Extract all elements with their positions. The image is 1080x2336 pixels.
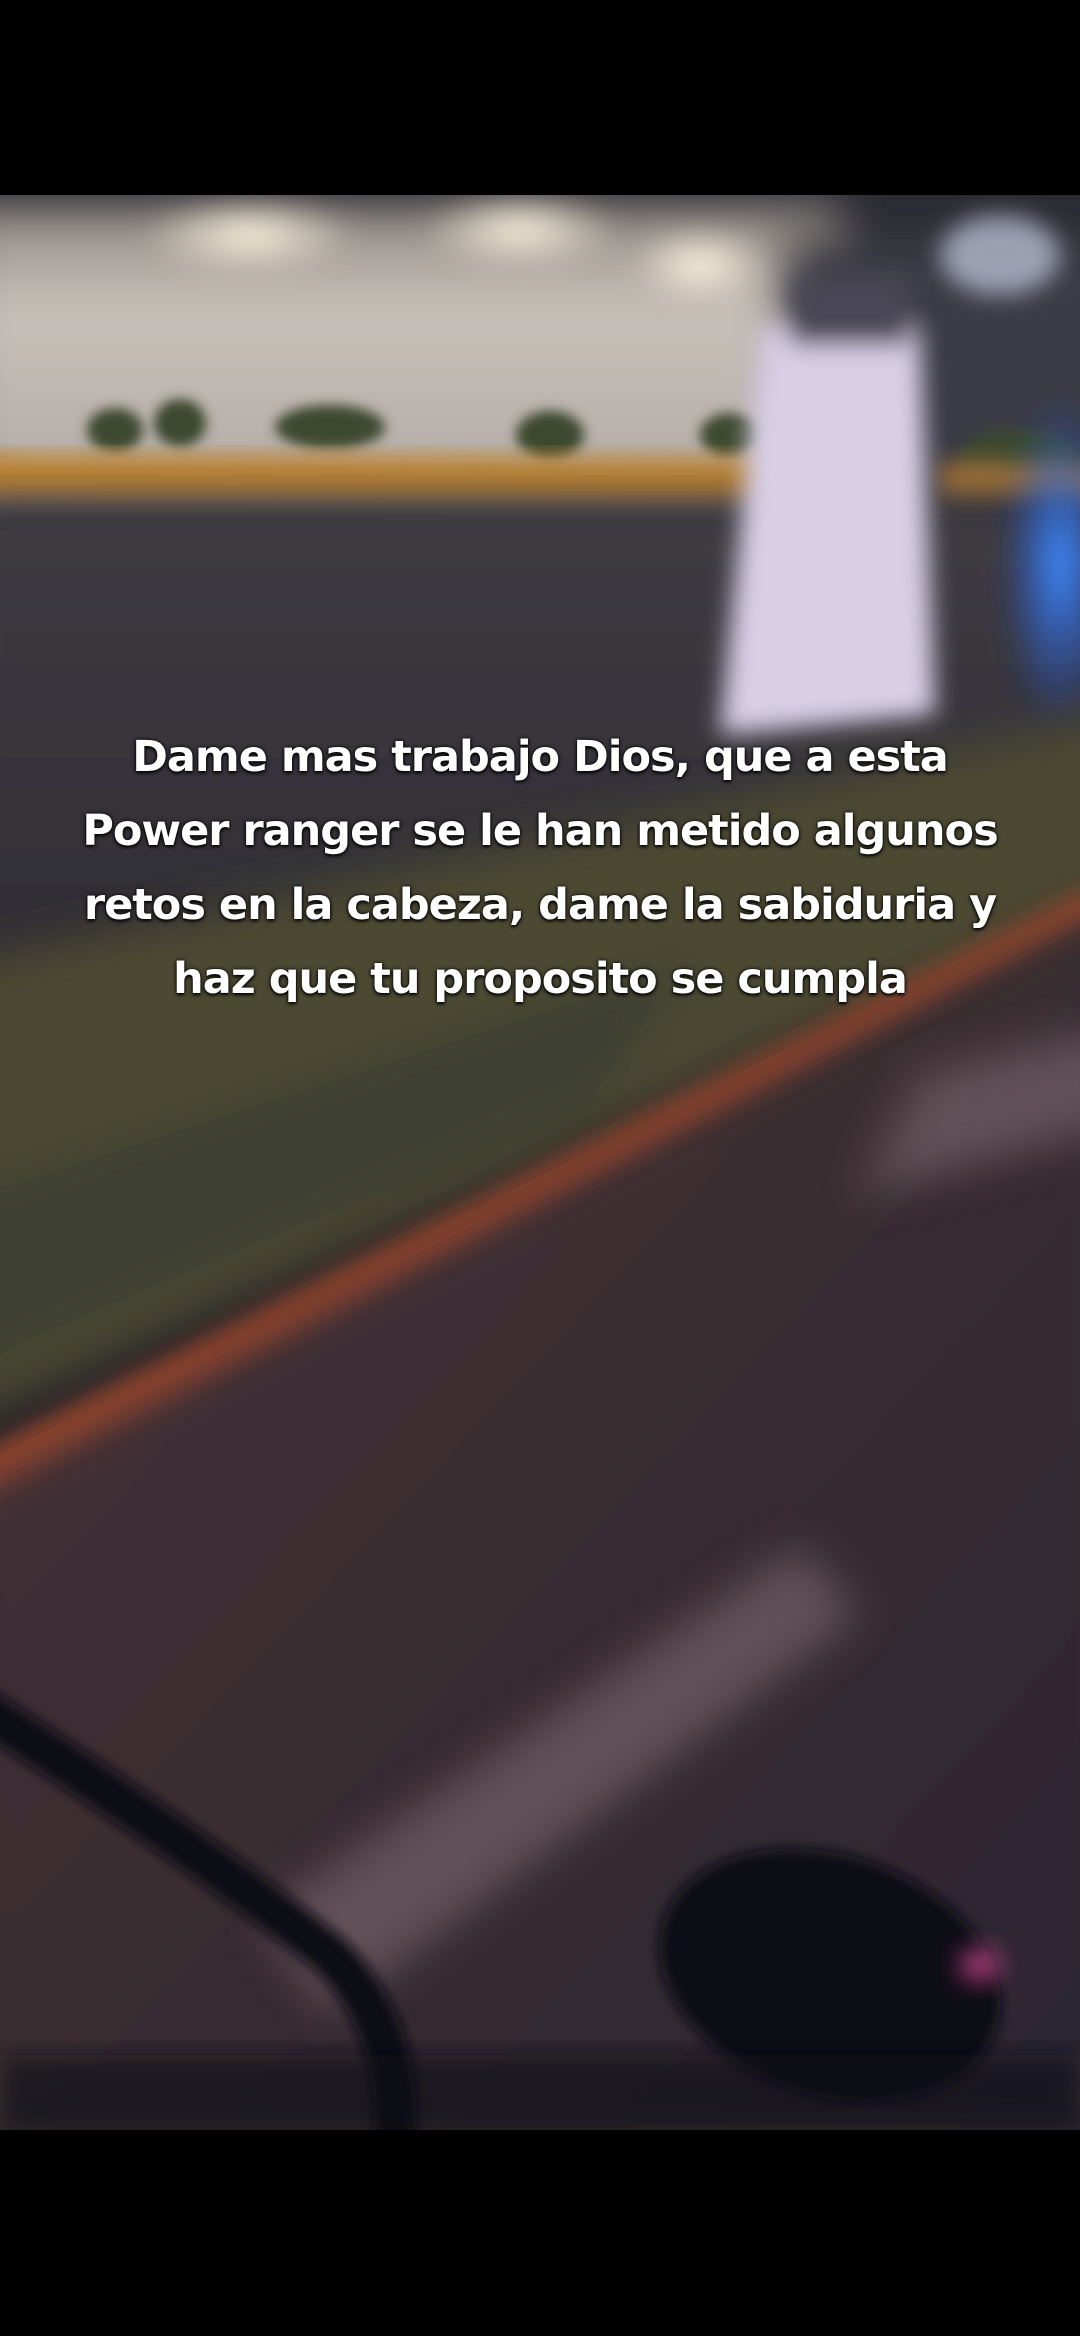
caption-line-3: retos en la cabeza, dame la sabiduria y: [83, 880, 997, 930]
caption-line-2: Power ranger se le han metido algunos: [82, 806, 998, 856]
caption-line-1: Dame mas trabajo Dios, que a esta: [132, 732, 949, 782]
top-letterbox: [0, 0, 1080, 195]
caption-line-4: haz que tu proposito se cumpla: [173, 954, 908, 1004]
blurred-night-street-scene: [0, 195, 1080, 2130]
video-frame[interactable]: Dame mas trabajo Dios, que a esta Power …: [0, 195, 1080, 2130]
bottom-letterbox: [0, 2130, 1080, 2336]
video-screen[interactable]: Dame mas trabajo Dios, que a esta Power …: [0, 0, 1080, 2336]
video-caption: Dame mas trabajo Dios, que a esta Power …: [40, 720, 1040, 1016]
